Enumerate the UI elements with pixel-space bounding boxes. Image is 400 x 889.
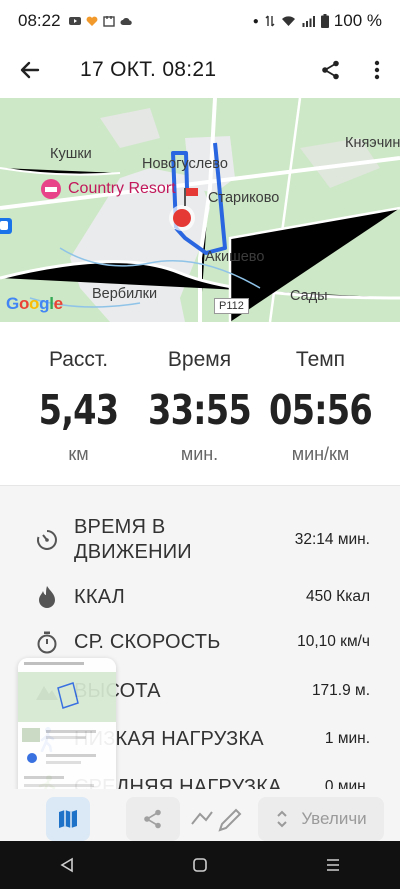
map-canvas xyxy=(0,98,400,322)
edit-route-button[interactable] xyxy=(186,797,248,841)
pace-label: Темп xyxy=(295,348,346,371)
detail-row-avg-speed: СР. СКОРОСТЬ 10,10 км/ч xyxy=(0,628,400,656)
pace-value: 05:56 xyxy=(269,386,373,434)
system-navigation-bar xyxy=(0,841,400,889)
heart-icon xyxy=(86,16,97,26)
distance-value: 5,43 xyxy=(38,386,120,434)
map-label-starikovo: Стариково xyxy=(208,190,280,206)
signal-icon xyxy=(302,16,315,27)
finish-flag-icon xyxy=(184,188,198,206)
map-label-kushki: Кушки xyxy=(50,146,92,162)
calendar-icon xyxy=(102,16,115,27)
detail-value: 10,10 км/ч xyxy=(297,633,370,650)
map-label-novogulevo: Новогуслево xyxy=(142,156,228,172)
draw-pencil-icon xyxy=(191,808,242,832)
nav-back-button[interactable] xyxy=(37,841,97,889)
map-view-button[interactable] xyxy=(46,797,90,841)
status-bar: 08:22 ● 100 % xyxy=(0,0,400,42)
map-label-country-resort: Country Resort xyxy=(68,180,176,197)
share-route-button[interactable] xyxy=(126,797,180,841)
distance-label: Расст. xyxy=(48,348,109,371)
time-unit: мин. xyxy=(180,444,219,464)
data-transfer-icon xyxy=(265,15,275,27)
stopwatch-icon xyxy=(37,631,57,654)
google-logo: Google xyxy=(6,294,63,313)
pace-unit: мин/км xyxy=(291,444,350,464)
moving-time-icon xyxy=(37,530,57,550)
zoom-button[interactable]: Увеличи xyxy=(258,797,384,841)
battery-icon xyxy=(320,14,329,28)
detail-name: ККАЛ xyxy=(74,585,126,608)
share-button[interactable] xyxy=(308,42,354,98)
youtube-icon xyxy=(68,17,81,25)
nav-back-triangle-icon xyxy=(60,857,73,873)
back-button[interactable] xyxy=(0,42,60,98)
detail-value: 171.9 м. xyxy=(311,682,370,699)
nav-recents-lines-icon xyxy=(327,859,340,871)
detail-name: ВРЕМЯ В ДВИЖЕНИИ xyxy=(74,516,192,563)
app-bar: 17 ОКТ. 08:21 xyxy=(0,42,400,98)
train-station-icon xyxy=(0,218,12,234)
dot-icon: ● xyxy=(252,15,259,27)
expand-vertical-icon xyxy=(277,810,288,828)
detail-value: 32:14 мин. xyxy=(294,531,370,548)
map-fold-icon xyxy=(59,810,77,828)
more-vertical-icon xyxy=(374,60,380,80)
bottom-action-bar: Увеличи xyxy=(0,789,400,841)
flame-icon xyxy=(39,586,55,608)
battery-percent: 100 % xyxy=(333,11,382,30)
distance-unit: км xyxy=(68,444,89,464)
detail-value: 450 Ккал xyxy=(306,588,370,605)
nav-recents-button[interactable] xyxy=(303,841,363,889)
detail-row-moving-time: ВРЕМЯ В ДВИЖЕНИИ 32:14 мин. xyxy=(0,514,400,566)
more-options-button[interactable] xyxy=(354,42,400,98)
status-time: 08:22 xyxy=(18,11,61,30)
map-label-sady: Сады xyxy=(290,288,328,304)
wifi-icon xyxy=(281,16,295,26)
map-label-knyazhchino: Княэчин xyxy=(345,135,400,151)
time-value: 33:55 xyxy=(148,386,252,434)
hotel-pin-icon xyxy=(41,179,61,199)
time-stat: Время 33:55 мин. xyxy=(133,348,266,465)
share-icon xyxy=(322,60,339,80)
map-label-akishevo: Акишево xyxy=(205,249,265,265)
pace-stat: Темп 05:56 мин/км xyxy=(254,348,387,465)
cloud-icon xyxy=(120,18,132,25)
route-map[interactable]: Кушки Новогуслево Княэчин Country Resort… xyxy=(0,98,400,322)
page-title: 17 ОКТ. 08:21 xyxy=(80,58,217,81)
detail-name: СР. СКОРОСТЬ xyxy=(74,630,221,653)
road-number-badge: Р112 xyxy=(214,298,249,314)
time-label: Время xyxy=(167,348,232,371)
detail-row-kcal: ККАЛ 450 Ккал xyxy=(0,583,400,611)
notification-icons xyxy=(68,15,132,27)
map-label-verbilki: Вербилки xyxy=(92,286,158,302)
detail-value: 1 мин. xyxy=(324,730,370,747)
share-outline-icon xyxy=(144,809,161,829)
back-arrow-icon xyxy=(20,61,40,79)
distance-stat: Расст. 5,43 км xyxy=(12,348,145,465)
summary-stats: Расст. 5,43 км Время 33:55 мин. Темп 05:… xyxy=(0,322,400,486)
nav-home-square-icon xyxy=(193,858,207,872)
zoom-label: Увеличи xyxy=(301,809,367,828)
nav-home-button[interactable] xyxy=(170,841,230,889)
